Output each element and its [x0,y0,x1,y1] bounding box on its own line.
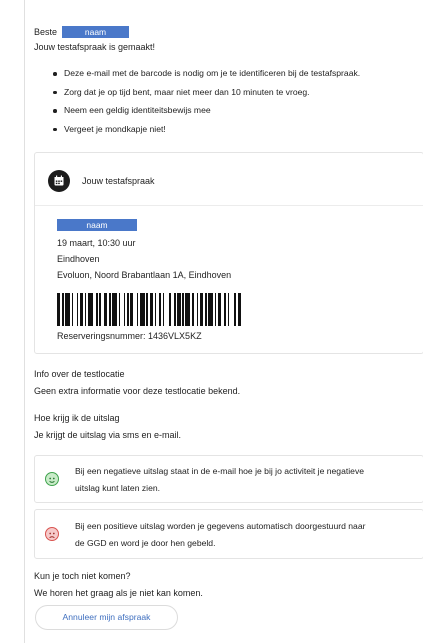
appointment-address: Evoluon, Noord Brabantlaan 1A, Eindhoven [57,270,232,280]
greeting-salutation: Beste [34,27,58,37]
negative-result-box: Bij een negatieve uitslag staat in de e-… [34,455,423,503]
appointment-heading: Jouw testafspraak [82,176,155,186]
appointment-datetime: 19 maart, 10:30 uur [57,238,136,248]
list-item: Neem een geldig identiteitsbewijs mee [53,105,360,124]
result-info-title: Hoe krijg ik de uitslag [34,413,120,423]
appointment-name: naam [57,219,137,231]
appointment-city: Eindhoven [57,254,100,264]
positive-line-2: de GGD en word je door hen gebeld. [75,538,216,548]
instructions-list: Deze e-mail met de barcode is nodig om j… [53,68,360,142]
cancel-appointment-button[interactable]: Annuleer mijn afspraak [35,605,178,630]
location-info-text: Geen extra informatie voor deze testloca… [34,386,241,396]
smile-icon [45,472,59,486]
email-body: Beste naam Jouw testafspraak is gemaakt!… [24,0,423,643]
cannot-come-title: Kun je toch niet komen? [34,571,131,581]
negative-line-2: uitslag kunt laten zien. [75,483,161,493]
list-item: Zorg dat je op tijd bent, maar niet meer… [53,87,360,106]
negative-line-1: Bij een negatieve uitslag staat in de e-… [75,466,365,476]
list-item: Vergeet je mondkapje niet! [53,124,360,143]
list-item: Deze e-mail met de barcode is nodig om j… [53,68,360,87]
greeting-name: naam [62,26,129,38]
confirmation-text: Jouw testafspraak is gemaakt! [34,42,156,52]
calendar-icon [48,170,70,192]
reservation-number: Reserveringsnummer: 1436VLX5KZ [57,331,202,341]
cannot-come-text: We horen het graag als je niet kan komen… [34,588,203,598]
result-info-text: Je krijgt de uitslag via sms en e-mail. [34,430,182,440]
location-info-title: Info over de testlocatie [34,369,125,379]
divider [35,205,423,206]
positive-result-box: Bij een positieve uitslag worden je gege… [34,509,423,559]
positive-line-1: Bij een positieve uitslag worden je gege… [75,521,366,531]
sad-icon [45,527,59,541]
appointment-card: Jouw testafspraak naam 19 maart, 10:30 u… [34,152,423,354]
barcode [57,293,243,326]
